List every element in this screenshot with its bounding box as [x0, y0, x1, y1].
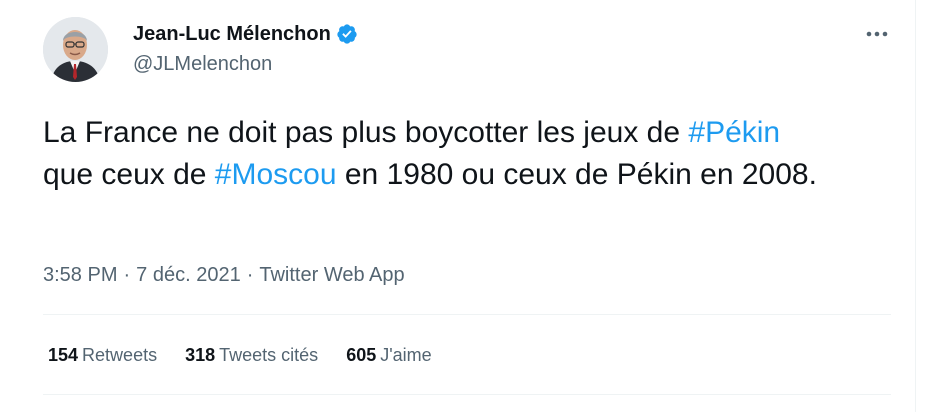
author-name-row: Jean-Luc Mélenchon — [133, 22, 358, 46]
more-options-button[interactable] — [862, 22, 892, 46]
tweet-source[interactable]: Twitter Web App — [259, 262, 404, 288]
tweet-text: La France ne doit pas plus boycotter les… — [43, 112, 903, 196]
retweets-count: 154 — [48, 345, 79, 365]
avatar[interactable] — [43, 17, 108, 82]
divider — [43, 314, 891, 315]
quote-tweets-label: Tweets cités — [219, 345, 319, 365]
more-options-icon — [866, 31, 888, 37]
tweet-date[interactable]: 7 déc. 2021 — [136, 262, 241, 288]
tweet-card: Jean-Luc Mélenchon @JLMelenchon La Franc… — [0, 0, 916, 412]
avatar-portrait — [43, 17, 108, 82]
likes-count: 605 — [346, 345, 377, 365]
author-handle[interactable]: @JLMelenchon — [133, 52, 272, 76]
hashtag-link[interactable]: #Moscou — [215, 158, 337, 191]
hashtag-link[interactable]: #Pékin — [688, 116, 780, 149]
tweet-text-part: en 1980 ou ceux de Pékin en 2008. — [336, 158, 817, 191]
meta-separator: · — [123, 264, 131, 286]
quote-tweets-stat[interactable]: 318 Tweets cités — [185, 343, 318, 367]
likes-label: J'aime — [380, 345, 432, 365]
likes-stat[interactable]: 605 J'aime — [346, 343, 432, 367]
tweet-time[interactable]: 3:58 PM — [43, 262, 117, 288]
quote-tweets-count: 318 — [185, 345, 216, 365]
engagement-stats: 154 Retweets 318 Tweets cités 605 J'aime — [48, 343, 432, 367]
meta-separator: · — [246, 264, 254, 286]
tweet-metadata: 3:58 PM · 7 déc. 2021 · Twitter Web App — [43, 262, 405, 288]
retweets-label: Retweets — [82, 345, 158, 365]
tweet-text-part: que ceux de — [43, 158, 215, 191]
author-display-name[interactable]: Jean-Luc Mélenchon — [133, 22, 331, 46]
tweet-text-part: La France ne doit pas plus boycotter les… — [43, 116, 689, 149]
verified-badge-icon — [336, 23, 358, 45]
divider — [43, 394, 891, 395]
retweets-stat[interactable]: 154 Retweets — [48, 343, 157, 367]
